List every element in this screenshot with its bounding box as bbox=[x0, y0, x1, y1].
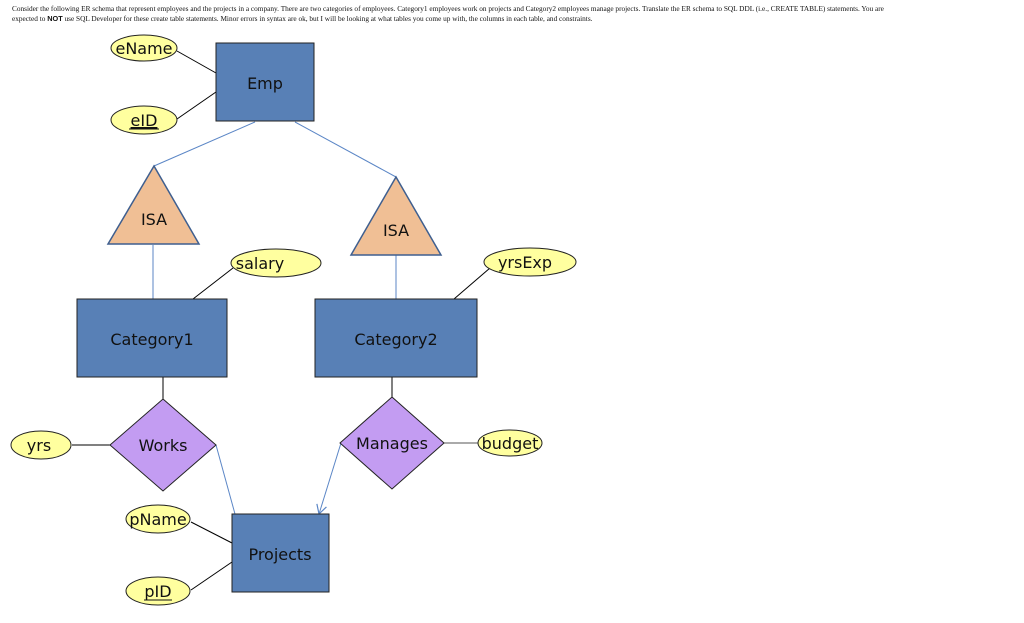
attribute-yrs[interactable]: yrs bbox=[10, 430, 72, 460]
attribute-pname-label: pName bbox=[129, 510, 186, 529]
relationship-works[interactable]: Works bbox=[109, 398, 217, 492]
relationship-manages[interactable]: Manages bbox=[339, 396, 445, 490]
attribute-budget[interactable]: budget bbox=[477, 429, 543, 457]
entity-projects[interactable]: Projects bbox=[231, 513, 330, 593]
entity-projects-label: Projects bbox=[248, 545, 311, 564]
attribute-ename[interactable]: eName bbox=[110, 34, 178, 62]
attribute-ename-label: eName bbox=[115, 39, 172, 58]
connector-salary-category1 bbox=[192, 267, 234, 300]
er-diagram: Emp Category1 Category2 Projects ISA ISA… bbox=[10, 34, 577, 606]
connector-emp-isa-right bbox=[294, 121, 397, 178]
relationship-manages-label: Manages bbox=[356, 434, 428, 453]
entity-category2[interactable]: Category2 bbox=[314, 298, 478, 378]
attribute-eid-label: eID bbox=[131, 111, 158, 130]
entity-category1[interactable]: Category1 bbox=[76, 298, 228, 378]
isa-left[interactable]: ISA bbox=[106, 164, 201, 245]
attribute-yrs-label: yrs bbox=[27, 436, 51, 455]
attribute-salary-label: salary bbox=[236, 254, 284, 273]
attribute-yrsexp[interactable]: yrsExp bbox=[483, 247, 577, 277]
entity-category2-label: Category2 bbox=[354, 330, 437, 349]
attribute-pid-key[interactable]: pID bbox=[125, 576, 191, 606]
connector-ename-emp bbox=[176, 50, 217, 74]
attribute-pname[interactable]: pName bbox=[125, 504, 191, 534]
isa-right[interactable]: ISA bbox=[349, 175, 443, 256]
attribute-salary[interactable]: salary bbox=[230, 248, 322, 278]
relationship-works-label: Works bbox=[139, 436, 188, 455]
attribute-pid-label: pID bbox=[144, 582, 171, 601]
attribute-yrsexp-label: yrsExp bbox=[498, 253, 552, 272]
connector-pid-projects bbox=[190, 561, 233, 591]
attribute-eid-key[interactable]: eID bbox=[110, 105, 178, 135]
entity-emp-label: Emp bbox=[247, 74, 283, 93]
isa-right-label: ISA bbox=[383, 221, 409, 240]
connector-pname-projects bbox=[190, 521, 233, 544]
connector-yrsexp-category2 bbox=[453, 267, 491, 300]
entity-category1-label: Category1 bbox=[110, 330, 193, 349]
connector-manages-projects-arrow bbox=[316, 442, 342, 516]
entity-emp[interactable]: Emp bbox=[215, 42, 315, 122]
attribute-budget-label: budget bbox=[482, 434, 539, 453]
connector-works-projects bbox=[215, 444, 236, 515]
isa-left-label: ISA bbox=[141, 210, 167, 229]
connector-eid-emp bbox=[176, 91, 217, 120]
